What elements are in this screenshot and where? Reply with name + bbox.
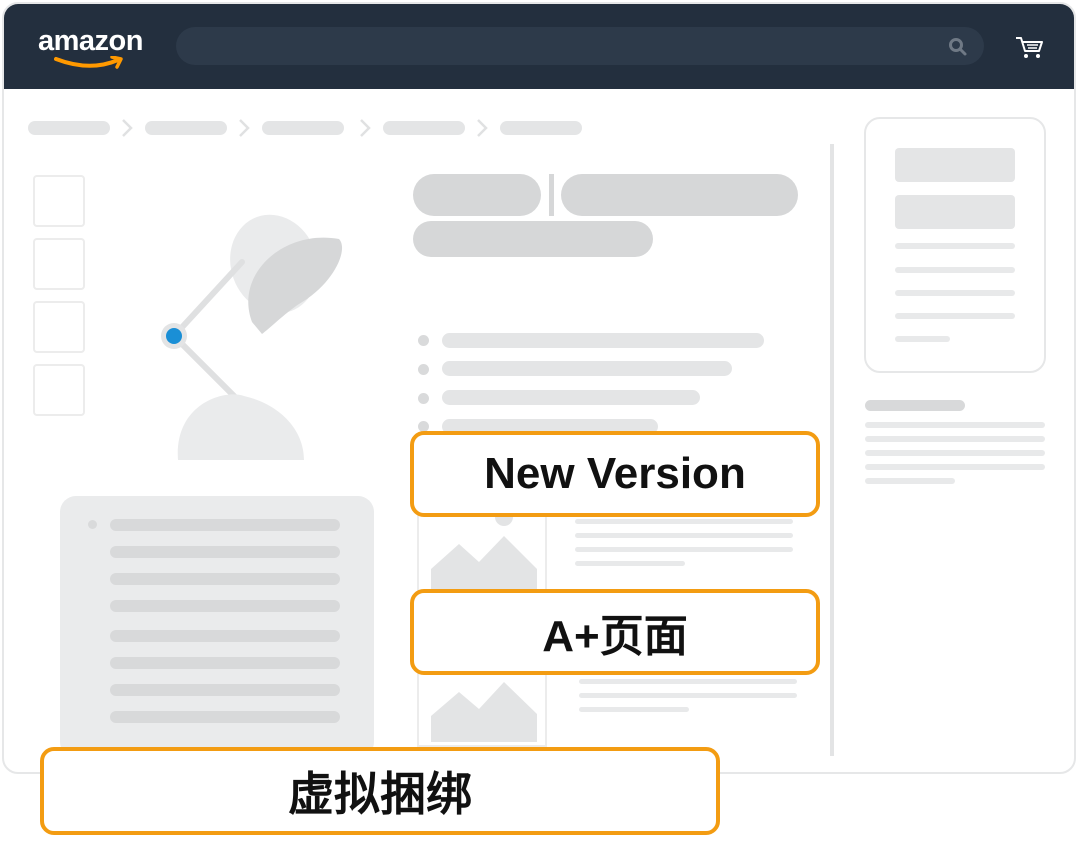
description-card xyxy=(60,496,374,758)
virtual-bundle-label: 虚拟捆绑 xyxy=(40,747,720,835)
text-line xyxy=(110,657,340,669)
text-line xyxy=(865,464,1045,470)
breadcrumb-item[interactable] xyxy=(383,121,465,135)
thumbnail-1[interactable] xyxy=(33,175,85,227)
thumbnail-4[interactable] xyxy=(33,364,85,416)
thumbnail-3[interactable] xyxy=(33,301,85,353)
bullet-line xyxy=(442,361,732,376)
text-line xyxy=(865,422,1045,428)
new-version-label: New Version xyxy=(410,431,820,517)
breadcrumb-item[interactable] xyxy=(28,121,110,135)
product-subtitle xyxy=(413,221,653,257)
text-line xyxy=(110,630,340,642)
product-title-part xyxy=(561,174,798,216)
bullet-line xyxy=(442,390,700,405)
product-title-part xyxy=(413,174,541,216)
bullet-dot xyxy=(418,335,429,346)
text-line xyxy=(575,547,793,552)
lamp-product-image[interactable] xyxy=(134,204,364,469)
section-heading xyxy=(865,400,965,411)
text-line xyxy=(865,436,1045,442)
chevron-right-icon xyxy=(477,119,488,137)
text-line xyxy=(895,336,950,342)
chevron-right-icon xyxy=(122,119,133,137)
breadcrumb-item[interactable] xyxy=(262,121,344,135)
pivot-dot xyxy=(166,328,182,344)
buy-box xyxy=(864,117,1046,373)
bullet-dot xyxy=(418,364,429,375)
buy-now-button[interactable] xyxy=(895,195,1015,229)
add-to-cart-button[interactable] xyxy=(895,148,1015,182)
text-line xyxy=(110,600,340,612)
thumbnail-2[interactable] xyxy=(33,238,85,290)
text-line xyxy=(579,693,797,698)
title-divider xyxy=(549,174,554,216)
text-line xyxy=(865,450,1045,456)
text-line xyxy=(895,290,1015,296)
top-nav-bar: amazon xyxy=(4,4,1074,89)
search-icon[interactable] xyxy=(948,37,968,57)
image-placeholder-icon xyxy=(431,514,537,592)
chevron-right-icon xyxy=(360,119,371,137)
breadcrumb-item[interactable] xyxy=(500,121,582,135)
text-line xyxy=(579,679,797,684)
text-line xyxy=(865,478,955,484)
text-line xyxy=(110,573,340,585)
text-line xyxy=(579,707,689,712)
column-divider xyxy=(830,144,834,756)
search-input[interactable] xyxy=(176,27,984,65)
text-line xyxy=(110,684,340,696)
text-line xyxy=(110,711,340,723)
bullet-dot xyxy=(88,520,97,529)
cart-icon[interactable] xyxy=(1014,34,1044,60)
text-line xyxy=(895,267,1015,273)
text-line xyxy=(575,519,793,524)
text-line xyxy=(575,561,685,566)
bullet-line xyxy=(442,333,764,348)
text-line xyxy=(110,519,340,531)
breadcrumb-item[interactable] xyxy=(145,121,227,135)
chevron-right-icon xyxy=(239,119,250,137)
text-line xyxy=(895,313,1015,319)
amazon-logo[interactable]: amazon xyxy=(38,25,143,58)
bullet-dot xyxy=(418,393,429,404)
text-line xyxy=(895,243,1015,249)
text-line xyxy=(110,546,340,558)
text-line xyxy=(575,533,793,538)
amazon-smile-icon xyxy=(54,56,123,69)
aplus-page-label: A+页面 xyxy=(410,589,820,675)
